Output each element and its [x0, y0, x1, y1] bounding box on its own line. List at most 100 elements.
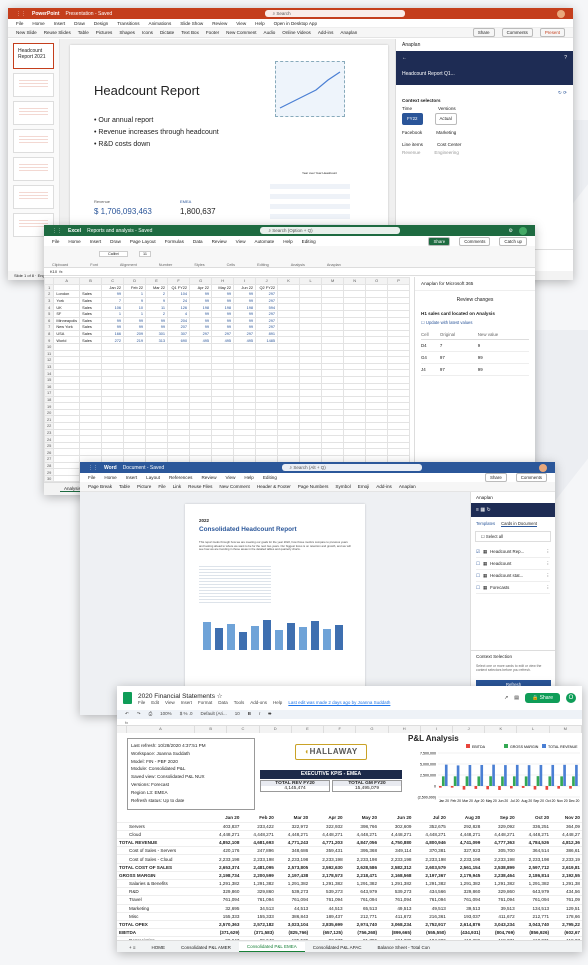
row-header[interactable]: 12 [44, 356, 55, 364]
column-header[interactable]: I [421, 726, 454, 733]
cell[interactable]: 212,771 [516, 912, 552, 921]
grid-icon[interactable]: ▦ [480, 507, 485, 513]
cell[interactable]: 2,752,917 [413, 920, 448, 930]
cell[interactable]: 2,481,095 [241, 863, 276, 872]
cell[interactable]: 1,291,382 [310, 879, 345, 889]
cell[interactable] [365, 402, 389, 410]
cell[interactable] [167, 369, 191, 377]
share-button[interactable]: Share [428, 236, 451, 246]
column-header[interactable]: G [189, 277, 213, 285]
cell[interactable]: 4 [167, 309, 191, 318]
column-header[interactable]: H [389, 726, 421, 733]
cell[interactable] [233, 435, 257, 443]
cell[interactable] [343, 342, 367, 351]
cell[interactable] [53, 468, 81, 476]
cell[interactable]: 2,619,81 [551, 863, 582, 872]
cell[interactable] [145, 415, 169, 424]
cell[interactable]: 1,291,382 [413, 879, 448, 889]
menu-item-view[interactable]: View [226, 475, 236, 480]
menu-item-review[interactable]: Review [212, 21, 227, 26]
cell[interactable] [387, 362, 411, 371]
cell[interactable] [299, 283, 323, 292]
cell[interactable] [167, 389, 191, 397]
menu-item-add-ons[interactable]: Add-ons [250, 700, 267, 705]
cell[interactable]: 297 [189, 329, 213, 338]
cell[interactable] [167, 349, 191, 358]
cell[interactable] [53, 349, 81, 358]
column-header[interactable]: A [127, 726, 196, 733]
cell[interactable]: 891 [255, 329, 279, 338]
cell[interactable]: Sales [79, 329, 103, 338]
table-row[interactable]: Salaries & Benefits 1,291,382 1,291,382 1,2… [117, 879, 582, 889]
cell[interactable] [365, 369, 389, 377]
chart-bar[interactable] [450, 786, 454, 788]
cell[interactable] [53, 408, 81, 417]
cell[interactable] [167, 382, 191, 391]
cell[interactable] [233, 389, 257, 397]
slide-thumbnail[interactable] [13, 73, 54, 97]
chart-bar[interactable] [480, 765, 484, 786]
cell[interactable]: 4,448,271 [275, 830, 311, 840]
document-page[interactable]: 2022 Consolidated Headcount Report This … [185, 504, 365, 715]
cell[interactable]: 761,094 [241, 895, 276, 905]
cell[interactable] [277, 422, 301, 430]
cell[interactable]: 4,448,271 [379, 830, 414, 840]
cell[interactable] [53, 389, 81, 397]
cell[interactable]: 322,932 [310, 822, 345, 831]
cell[interactable] [233, 356, 257, 364]
cell[interactable] [101, 362, 125, 371]
cell[interactable]: 39,513 [447, 904, 483, 913]
cell[interactable] [387, 375, 411, 384]
corner-cell[interactable] [44, 277, 55, 285]
cell[interactable] [343, 441, 367, 450]
row-header[interactable]: 1 [44, 283, 55, 292]
chart-bar[interactable] [569, 786, 572, 789]
cell[interactable]: 411,672 [379, 912, 414, 921]
cell[interactable]: 297 [255, 316, 279, 325]
cell[interactable] [123, 382, 147, 391]
sheet-tab-consolidated-p-l-amer[interactable]: Consolidated P&L AMER [173, 943, 239, 952]
cell[interactable] [321, 428, 345, 437]
cell[interactable] [123, 369, 147, 377]
cell[interactable]: 106 [101, 303, 125, 311]
cell[interactable] [343, 435, 367, 443]
cell[interactable] [387, 303, 411, 311]
cell[interactable]: 495 [211, 336, 235, 344]
pl-chart[interactable]: P&L Analysis EBITDA GROSS MARGIN TOTAL REV… [406, 734, 582, 814]
cell[interactable]: 166 [101, 329, 125, 338]
share-button[interactable]: Share [472, 28, 495, 37]
menu-item-draw[interactable]: Draw [74, 21, 85, 26]
cell[interactable] [53, 342, 81, 351]
cell[interactable] [277, 316, 301, 325]
cell[interactable]: 2 [145, 290, 169, 298]
avatar[interactable] [557, 9, 565, 18]
cell[interactable] [277, 435, 301, 443]
cell[interactable]: 2,572,182 [241, 920, 276, 930]
tool-footer[interactable]: Footer [206, 30, 219, 35]
cell[interactable]: 761,094 [310, 895, 345, 905]
cell[interactable]: 99 [233, 323, 257, 331]
cell[interactable]: 761,09 [551, 895, 582, 905]
cell[interactable] [365, 362, 389, 371]
cell[interactable]: 434,56 [551, 887, 582, 897]
cell[interactable]: London [53, 290, 81, 298]
cell[interactable] [255, 428, 279, 437]
cell[interactable]: 4,741,099 [447, 838, 483, 848]
currency-icon[interactable]: $ % .0 [180, 711, 193, 718]
cell[interactable] [189, 356, 213, 364]
cell[interactable]: 2,198,734 [207, 871, 242, 881]
cell[interactable]: 395,368 [344, 846, 380, 856]
tool-audio[interactable]: Audio [264, 30, 276, 35]
cell[interactable] [101, 342, 125, 351]
cell[interactable]: 216,361 [413, 912, 448, 921]
cell[interactable]: Mar 22 [145, 283, 169, 292]
cell[interactable] [101, 435, 125, 443]
row-header[interactable]: 6 [44, 316, 55, 325]
chart-bar[interactable] [468, 765, 472, 786]
cell[interactable] [255, 402, 279, 410]
cell[interactable] [167, 395, 191, 404]
cell[interactable] [321, 448, 345, 457]
catchup-button[interactable]: Catch up [499, 236, 527, 246]
row-header[interactable]: 10 [44, 342, 55, 351]
cell[interactable] [189, 448, 213, 457]
